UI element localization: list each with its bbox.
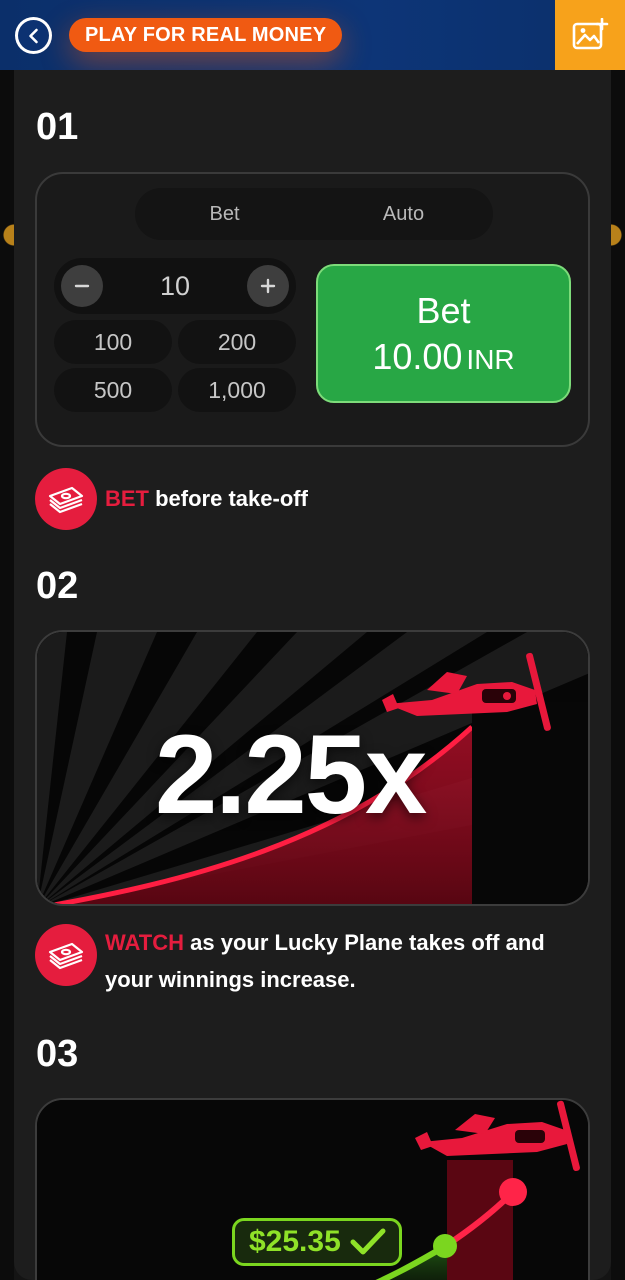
image-add-icon xyxy=(572,18,609,50)
cashout-preview-image: $25.35 xyxy=(35,1098,590,1280)
win-amount-value: $25.35 xyxy=(249,1225,341,1258)
quick-amount-button[interactable]: 1,000 xyxy=(178,368,296,412)
bet-button-currency: INR xyxy=(466,343,515,375)
increase-button[interactable] xyxy=(246,265,289,307)
step-caption: WATCH as your Lucky Plane takes off and … xyxy=(35,924,575,998)
gallery-button[interactable] xyxy=(555,0,625,70)
top-bar: PLAY FOR REAL MONEY xyxy=(0,0,625,70)
checkmark-icon xyxy=(350,1228,386,1255)
tab-auto[interactable]: Auto xyxy=(314,188,493,240)
bet-amount-stepper: 10 xyxy=(54,258,296,314)
back-button[interactable] xyxy=(15,17,52,54)
caption-highlight: WATCH xyxy=(105,930,185,955)
step-number: 01 xyxy=(36,106,79,148)
bet-amount-value: 10 xyxy=(159,270,191,301)
caption-highlight: BET xyxy=(105,486,149,511)
win-amount-badge: $25.35 xyxy=(232,1218,402,1266)
step-caption: BET before take-off xyxy=(35,468,308,530)
step-number: 02 xyxy=(36,565,79,607)
bet-panel-preview: Bet Auto 10 100 200 500 1,000 Bet 10.00 I… xyxy=(35,172,590,447)
quick-amount-button[interactable]: 200 xyxy=(178,320,296,364)
caption-text: BET before take-off xyxy=(105,480,308,517)
plus-icon xyxy=(260,278,276,294)
background-left-strip xyxy=(0,70,14,1280)
bet-mode-tabs: Bet Auto xyxy=(135,188,493,240)
multiplier-preview-image: 2.25x xyxy=(35,630,590,906)
minus-icon xyxy=(74,284,90,288)
bet-button-amount: 10.00 xyxy=(372,335,463,377)
background-right-strip xyxy=(611,70,625,1280)
bet-button-label: Bet xyxy=(416,289,471,331)
money-stack-icon xyxy=(35,924,97,986)
tab-bet[interactable]: Bet xyxy=(135,188,314,240)
play-real-money-label: PLAY FOR REAL MONEY xyxy=(85,23,327,46)
quick-amount-button[interactable]: 100 xyxy=(54,320,172,364)
back-arrow-icon xyxy=(18,20,49,51)
decrease-button[interactable] xyxy=(61,265,103,307)
place-bet-button[interactable]: Bet 10.00 INR xyxy=(316,264,571,403)
step-number: 03 xyxy=(36,1033,79,1075)
multiplier-value: 2.25x xyxy=(155,712,427,837)
bet-button-amount-line: 10.00 INR xyxy=(372,336,514,378)
quick-amount-button[interactable]: 500 xyxy=(54,368,172,412)
play-real-money-button[interactable]: PLAY FOR REAL MONEY xyxy=(69,18,343,52)
caption-text: WATCH as your Lucky Plane takes off and … xyxy=(105,924,575,998)
caption-rest: before take-off xyxy=(149,486,308,511)
money-stack-icon xyxy=(35,468,97,530)
